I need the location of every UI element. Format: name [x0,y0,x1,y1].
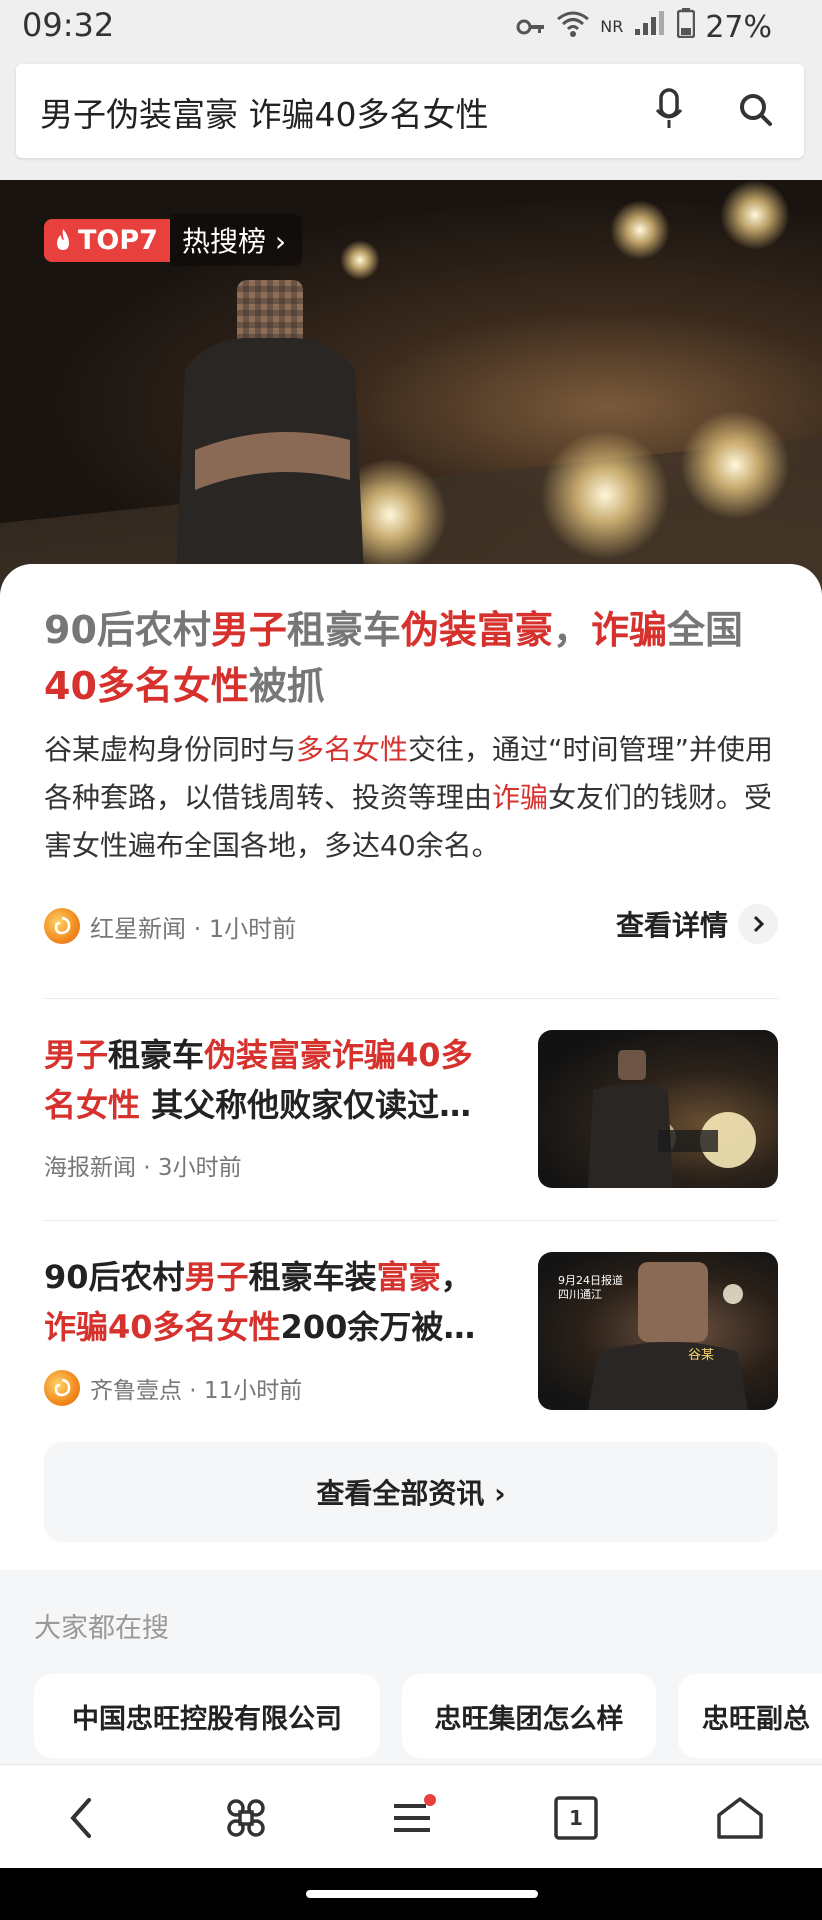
highlighted-text: 富豪 [376,1258,441,1296]
person-figure [175,280,365,600]
chevron-right-icon [738,904,778,944]
highlighted-text: 多名女性 [296,733,409,766]
related-searches: 大家都在搜 中国忠旺控股有限公司 忠旺集团怎么样 忠旺副总 [0,1570,822,1764]
source-logo-icon [44,908,80,944]
key-icon [516,10,546,45]
text-segment: 租豪车装 [248,1258,377,1296]
status-time: 09:32 [22,6,115,44]
text-segment: 租豪车 [108,1036,205,1074]
home-indicator[interactable] [306,1890,538,1898]
mic-icon[interactable] [654,88,684,136]
highlighted-text: 40多名女性 [44,664,249,708]
fire-icon [57,229,69,250]
news-item-meta: 齐鲁壹点 · 11小时前 [44,1370,302,1406]
text-segment: 租豪车 [286,608,401,652]
back-icon [70,1798,91,1838]
bokeh-2 [720,180,790,250]
news-card: 90后农村男子租豪车伪装富豪，诈骗全国40多名女性被抓 谷某虚构身份同时与多名女… [0,564,822,1570]
highlighted-text: 诈骗 [590,608,667,652]
battery-percent: 27% [705,9,772,45]
network-type: NR [600,17,624,36]
wifi-icon [556,9,590,45]
hero-image[interactable]: TOP7 热搜榜 › [0,180,822,600]
bottom-nav: 1 [0,1764,822,1869]
main-source: 红星新闻 · 1小时前 [44,908,296,944]
view-all-news-button[interactable]: 查看全部资讯 › [44,1442,778,1542]
back-button[interactable] [52,1793,112,1843]
main-summary: 谷某虚构身份同时与多名女性交往，通过“时间管理”并使用各种套路，以借钱周转、投资… [44,726,784,870]
news-item-title[interactable]: 男子租豪车伪装富豪诈骗40多名女性 其父称他败家仅读过… [44,1030,494,1130]
news-item[interactable]: 男子租豪车伪装富豪诈骗40多名女性 其父称他败家仅读过… 海报新闻 · 3小时前 [44,1030,778,1192]
text-segment: 谷某虚构身份同时与 [44,733,297,766]
news-item-meta: 海报新闻 · 3小时前 [44,1148,242,1182]
main-headline[interactable]: 90后农村男子租豪车伪装富豪，诈骗全国 40多名女性被抓 [44,602,784,714]
news-item-source: 齐鲁壹点 · 11小时前 [90,1378,303,1404]
tab-count: 1 [569,1806,583,1830]
hot-search-badge[interactable]: TOP7 热搜榜 › [44,214,303,266]
menu-button[interactable] [382,1793,442,1843]
divider [44,998,778,999]
related-chip[interactable]: 忠旺集团怎么样 [402,1674,656,1758]
highlighted-text: 诈骗 [492,781,549,814]
text-segment: 其父称他败家仅读过… [140,1086,472,1124]
thumbnail-caption: 9月24日报道 四川通江 [558,1274,623,1301]
headlight-left [540,430,670,560]
source-logo-icon [44,1370,80,1406]
news-item[interactable]: 90后农村男子租豪车装富豪， 诈骗40多名女性200余万被… 齐鲁壹点 · 11小… [44,1252,778,1414]
home-icon [717,1797,763,1839]
related-chip[interactable]: 忠旺副总 [678,1674,822,1758]
main-source-text: 红星新闻 · 1小时前 [90,914,297,943]
home-button[interactable] [710,1793,770,1843]
highlighted-text: 男子 [210,608,287,652]
battery-icon [677,8,696,46]
view-detail-button[interactable]: 查看详情 [616,904,778,944]
headlight-far [680,410,790,520]
thumbnail-name: 谷某 [688,1348,715,1363]
search-icon[interactable] [736,90,776,134]
text-segment: 被抓 [248,664,325,708]
search-input[interactable]: 男子伪装富豪 诈骗40多名女性 [40,88,488,136]
signal-icon [633,9,667,45]
view-detail-label: 查看详情 [615,909,728,942]
text-segment: ， [440,1258,473,1296]
highlighted-text: 伪装富豪 [400,608,553,652]
news-item-source: 海报新闻 · 3小时前 [44,1155,242,1181]
text-segment: 全国 [666,608,743,652]
search-bar[interactable]: 男子伪装富豪 诈骗40多名女性 [16,64,804,158]
news-thumbnail[interactable]: 9月24日报道 四川通江 谷某 [538,1252,778,1410]
text-segment: 200余万被… [280,1308,476,1346]
gesture-bar [0,1868,822,1920]
highlighted-text: 男子 [44,1036,109,1074]
search-area: 男子伪装富豪 诈骗40多名女性 [0,52,822,180]
divider [44,1220,778,1221]
apps-button[interactable] [216,1793,276,1843]
bokeh-1 [610,200,670,260]
apps-icon [227,1799,265,1837]
highlighted-text: 男子 [184,1258,249,1296]
related-chip[interactable]: 中国忠旺控股有限公司 [34,1674,380,1758]
top-rank-text: TOP7 [78,224,158,256]
tabs-button[interactable]: 1 [546,1793,606,1843]
text-segment: 90后农村 [44,1258,185,1296]
status-bar: 09:32 NR 27% [0,0,822,52]
highlighted-text: 诈骗40多名女性 [44,1308,281,1346]
menu-icon [394,1794,436,1832]
top-rank-tag: TOP7 [44,218,170,262]
news-thumbnail[interactable] [538,1030,778,1188]
hot-list-link[interactable]: 热搜榜 › [169,214,303,266]
text-segment: ， [552,608,591,652]
thumbnail-image [588,1050,756,1188]
text-segment: 90后农村 [44,608,211,652]
status-icons: NR 27% [516,8,772,46]
related-heading: 大家都在搜 [34,1613,169,1644]
news-item-title[interactable]: 90后农村男子租豪车装富豪， 诈骗40多名女性200余万被… [44,1252,494,1352]
